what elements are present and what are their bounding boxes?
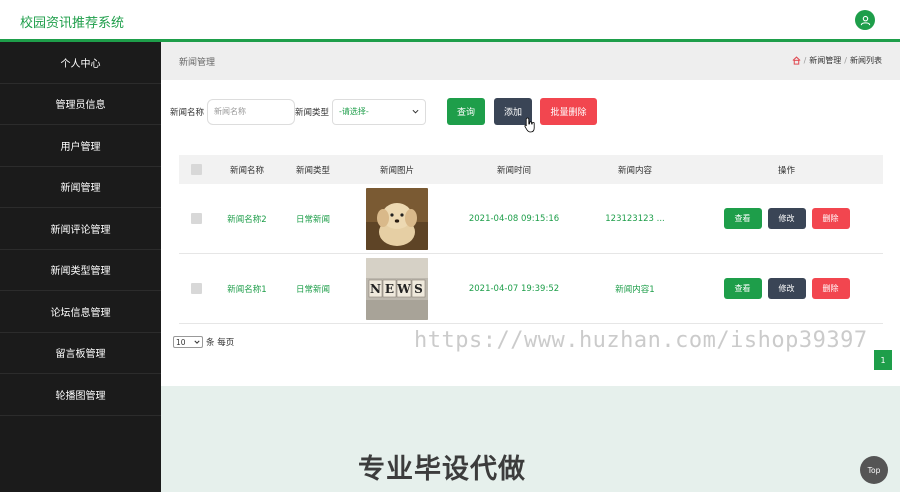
news-table: 新闻名称 新闻类型 新闻图片 新闻时间 新闻内容 操作 新闻名称2 日常新闻 2… <box>179 155 883 324</box>
row-checkbox[interactable] <box>191 283 202 294</box>
page-size-value: 10 <box>176 337 186 347</box>
news-name-label: 新闻名称 <box>170 107 205 118</box>
edit-button[interactable]: 修改 <box>767 208 806 229</box>
column-header-image: 新闻图片 <box>379 165 414 176</box>
page-size-select[interactable]: 10 <box>173 336 203 348</box>
row-checkbox[interactable] <box>191 213 202 224</box>
table-row: 新闻名称1 日常新闻 N E W S 2021-04-07 19:39:52 新… <box>179 254 883 324</box>
sidebar-item-personal-center[interactable]: 个人中心 <box>0 42 161 84</box>
svg-text:W: W <box>396 282 411 296</box>
delete-button[interactable]: 删除 <box>811 278 850 299</box>
sidebar-item-news-management[interactable]: 新闻管理 <box>0 167 161 208</box>
column-header-time: 新闻时间 <box>496 165 531 176</box>
user-icon <box>860 15 870 25</box>
column-header-name: 新闻名称 <box>229 165 264 176</box>
sidebar-item-message-board[interactable]: 留言板管理 <box>0 333 161 374</box>
cell-news-name: 新闻名称1 <box>227 284 267 295</box>
sidebar: 个人中心 管理员信息 用户管理 新闻管理 新闻评论管理 新闻类型管理 论坛信息管… <box>0 42 161 492</box>
breadcrumb-item-news-management[interactable]: 新闻管理 <box>809 55 841 66</box>
breadcrumb-item-news-list: 新闻列表 <box>850 56 882 65</box>
cell-news-content: 新闻内容1 <box>615 284 655 295</box>
delete-button[interactable]: 删除 <box>811 208 850 229</box>
svg-text:E: E <box>385 282 394 296</box>
select-all-checkbox[interactable] <box>191 164 202 175</box>
news-type-select[interactable]: -请选择- <box>332 98 427 125</box>
cell-news-name: 新闻名称2 <box>227 214 267 225</box>
view-button[interactable]: 查看 <box>723 208 762 229</box>
top-bar: 校园资讯推荐系统 <box>0 0 900 42</box>
edit-button[interactable]: 修改 <box>767 278 806 299</box>
cell-news-type: 日常新闻 <box>295 214 330 225</box>
main-content: 新闻管理 / 新闻管理 / 新闻列表 新闻名称 新闻名称 新闻类型 -请选择- … <box>161 42 900 492</box>
hand-cursor-icon <box>524 117 535 133</box>
cell-news-time: 2021-04-08 09:15:16 <box>468 213 560 224</box>
column-header-actions: 操作 <box>777 165 795 176</box>
news-name-input[interactable]: 新闻名称 <box>207 98 296 125</box>
sidebar-item-user-management[interactable]: 用户管理 <box>0 125 161 167</box>
page-number-button[interactable]: 1 <box>874 350 892 370</box>
cell-news-type: 日常新闻 <box>295 284 330 295</box>
sidebar-item-admin-info[interactable]: 管理员信息 <box>0 84 161 125</box>
user-avatar[interactable] <box>855 10 875 30</box>
cell-news-content: 123123123 ... <box>605 213 665 224</box>
breadcrumb-bar: 新闻管理 / 新闻管理 / 新闻列表 <box>161 42 900 80</box>
sidebar-item-forum[interactable]: 论坛信息管理 <box>0 291 161 333</box>
breadcrumb-separator: / <box>803 56 807 65</box>
app-title: 校园资讯推荐系统 <box>20 16 125 31</box>
news-type-label: 新闻类型 <box>295 107 330 118</box>
sidebar-item-carousel[interactable]: 轮播图管理 <box>0 374 161 416</box>
home-icon[interactable] <box>792 56 801 65</box>
view-button[interactable]: 查看 <box>723 278 762 299</box>
breadcrumb: / 新闻管理 / 新闻列表 <box>792 55 882 66</box>
breadcrumb-separator: / <box>844 56 847 65</box>
column-header-content: 新闻内容 <box>617 165 652 176</box>
column-header-type: 新闻类型 <box>295 165 330 176</box>
back-to-top-button[interactable]: Top <box>860 456 888 484</box>
sidebar-item-news-comments[interactable]: 新闻评论管理 <box>0 208 161 250</box>
cell-news-time: 2021-04-07 19:39:52 <box>468 283 560 294</box>
batch-delete-button[interactable]: 批量删除 <box>540 98 598 125</box>
pagination-size: 10 条 每页 <box>173 336 234 348</box>
chevron-down-icon <box>412 109 419 114</box>
chevron-down-icon <box>194 340 200 344</box>
page-size-suffix: 条 每页 <box>206 338 235 348</box>
news-type-selected: -请选择- <box>339 107 369 116</box>
svg-text:S: S <box>414 282 423 296</box>
sidebar-item-news-types[interactable]: 新闻类型管理 <box>0 250 161 291</box>
table-header: 新闻名称 新闻类型 新闻图片 新闻时间 新闻内容 操作 <box>179 155 883 184</box>
table-row: 新闻名称2 日常新闻 2021-04-08 09:15:16 123123123… <box>179 184 883 254</box>
news-image-letters: N E W S <box>366 257 428 320</box>
watermark-url: https://www.huzhan.com/ishop39397 <box>414 328 868 353</box>
news-image-puppy <box>366 187 428 250</box>
query-button[interactable]: 查询 <box>447 98 486 125</box>
watermark-text: 专业毕设代做 <box>358 454 526 485</box>
svg-text:N: N <box>370 282 381 296</box>
page-title: 新闻管理 <box>179 58 216 68</box>
